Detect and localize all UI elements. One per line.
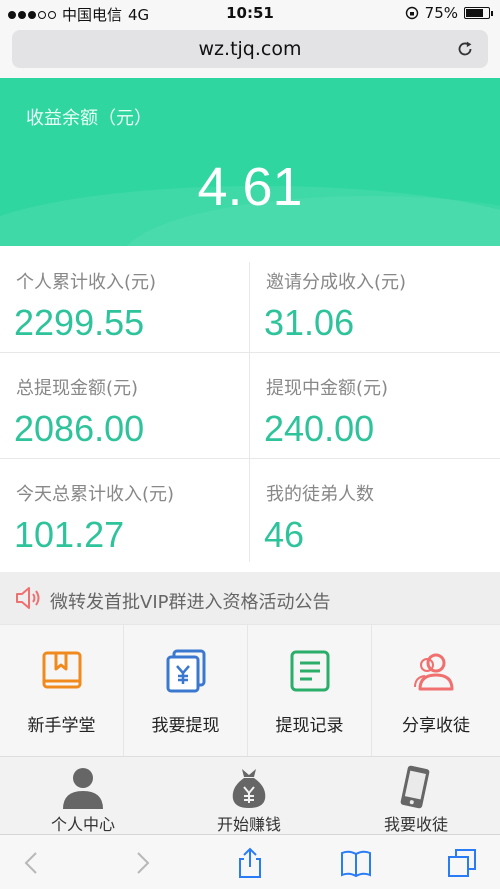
stats-grid: 个人累计收入(元) 2299.55 邀请分成收入(元) 31.06 总提现金额(… [0,246,500,572]
stat-today-income: 今天总累计收入(元) 101.27 [0,458,250,562]
address-bar[interactable]: wz.tjq.com [12,30,488,68]
stat-total-withdrawn: 总提现金额(元) 2086.00 [0,352,250,456]
yuan-cards-icon [166,649,206,693]
stat-pending-withdrawal: 提现中金额(元) 240.00 [250,352,500,456]
person-icon [63,768,103,809]
stat-value: 2299.55 [14,302,145,343]
announcement-text: 微转发首批VIP群进入资格活动公告 [50,592,331,613]
record-list-icon [290,650,330,692]
stat-value: 2086.00 [14,408,145,449]
menu-item-share-recruit[interactable]: 分享收徒 [372,625,500,757]
battery-icon [464,7,493,19]
bottom-tab-bar: 个人中心 开始赚钱 我要收徒 [0,756,500,834]
stat-personal-income: 个人累计收入(元) 2299.55 [0,246,250,350]
menu-item-beginner-school[interactable]: 新手学堂 [0,625,124,757]
stat-value: 240.00 [264,408,375,449]
stat-apprentice-count: 我的徒弟人数 46 [250,458,500,562]
tab-personal-center[interactable]: 个人中心 [0,757,166,835]
menu-label: 我要提现 [151,716,220,736]
reload-icon[interactable] [454,38,476,60]
rotation-lock-icon [405,6,418,20]
tab-label: 开始赚钱 [216,815,281,834]
speaker-icon [16,587,40,609]
announcement-bar[interactable]: 微转发首批VIP群进入资格活动公告 [0,572,500,624]
money-bag-icon [232,769,266,808]
stat-label: 我的徒弟人数 [266,484,374,505]
url-text: wz.tjq.com [198,38,302,60]
phone-icon [400,765,430,809]
menu-item-withdraw[interactable]: 我要提现 [124,625,248,757]
stat-value: 31.06 [264,302,355,343]
status-right: 75% [405,4,493,22]
battery-percent: 75% [424,4,458,22]
users-icon [414,653,454,691]
tab-start-earning[interactable]: 开始赚钱 [166,757,332,835]
book-icon [42,651,82,689]
tab-label: 我要收徒 [383,815,448,834]
stat-label: 邀请分成收入(元) [266,272,407,293]
function-menu: 新手学堂 我要提现 提现记录 分享收徒 [0,624,500,757]
menu-item-withdraw-records[interactable]: 提现记录 [248,625,372,757]
balance-amount: 4.61 [197,157,303,217]
forward-icon[interactable] [126,847,158,879]
stat-value: 101.27 [14,514,125,555]
status-bar: 中国电信 4G 10:51 75% [0,0,500,26]
back-icon[interactable] [16,847,48,879]
menu-label: 分享收徒 [402,716,470,736]
stat-label: 今天总累计收入(元) [16,484,175,505]
stat-label: 总提现金额(元) [16,378,139,399]
share-icon[interactable] [234,847,266,879]
balance-label: 收益余额（元） [26,108,152,129]
menu-label: 提现记录 [275,716,344,736]
tab-label: 个人中心 [50,815,115,834]
menu-label: 新手学堂 [27,716,96,736]
stat-invite-income: 邀请分成收入(元) 31.06 [250,246,500,350]
stat-value: 46 [264,514,305,555]
stat-label: 提现中金额(元) [266,378,389,399]
tabs-icon[interactable] [446,847,478,879]
bookmarks-icon[interactable] [340,847,372,879]
browser-address-area: wz.tjq.com [0,26,500,78]
browser-toolbar [0,834,500,889]
divider [249,262,250,562]
balance-header: 收益余额（元） 4.61 [0,78,500,246]
stat-label: 个人累计收入(元) [16,272,157,293]
tab-recruit-apprentice[interactable]: 我要收徒 [332,757,500,835]
